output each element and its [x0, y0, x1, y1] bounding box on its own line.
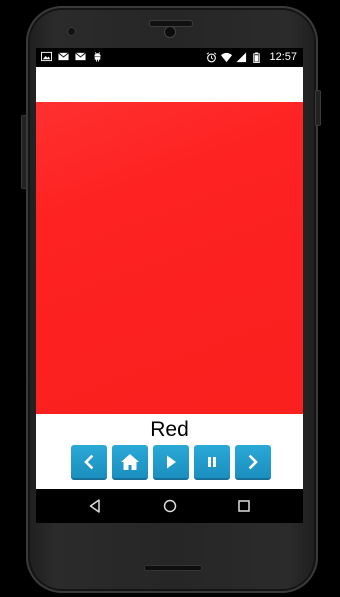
alarm-icon	[207, 51, 217, 62]
play-icon	[167, 455, 176, 468]
color-name-label: Red	[150, 418, 189, 441]
pause-icon	[208, 456, 216, 467]
status-bar: 12:57	[36, 48, 303, 67]
battery-icon	[253, 51, 261, 63]
mail-icon	[58, 52, 69, 61]
status-clock: 12:57	[269, 51, 297, 63]
home-icon	[121, 453, 139, 470]
pause-button[interactable]	[194, 445, 230, 480]
mail-icon	[75, 52, 86, 61]
home-circle-icon[interactable]	[162, 498, 178, 514]
media-controls	[71, 445, 271, 481]
previous-button[interactable]	[71, 445, 107, 480]
screen: 12:57 Red	[36, 48, 303, 523]
volume-button[interactable]	[21, 115, 27, 189]
back-icon[interactable]	[87, 498, 103, 514]
home-button[interactable]	[112, 445, 148, 480]
chevron-right-icon	[248, 454, 258, 469]
next-button[interactable]	[235, 445, 271, 480]
signal-icon	[236, 51, 247, 62]
wifi-icon	[221, 52, 233, 62]
recent-apps-icon[interactable]	[236, 498, 252, 514]
power-button[interactable]	[315, 90, 321, 126]
image-icon	[41, 51, 52, 62]
front-camera-icon	[164, 26, 176, 38]
app-content: Red	[36, 67, 303, 489]
android-icon	[94, 52, 101, 62]
proximity-sensor-icon	[67, 27, 76, 36]
chevron-left-icon	[84, 454, 94, 469]
navigation-bar	[36, 489, 303, 523]
play-button[interactable]	[153, 445, 189, 480]
color-swatch-panel	[36, 102, 303, 414]
speaker-grille	[144, 565, 202, 571]
